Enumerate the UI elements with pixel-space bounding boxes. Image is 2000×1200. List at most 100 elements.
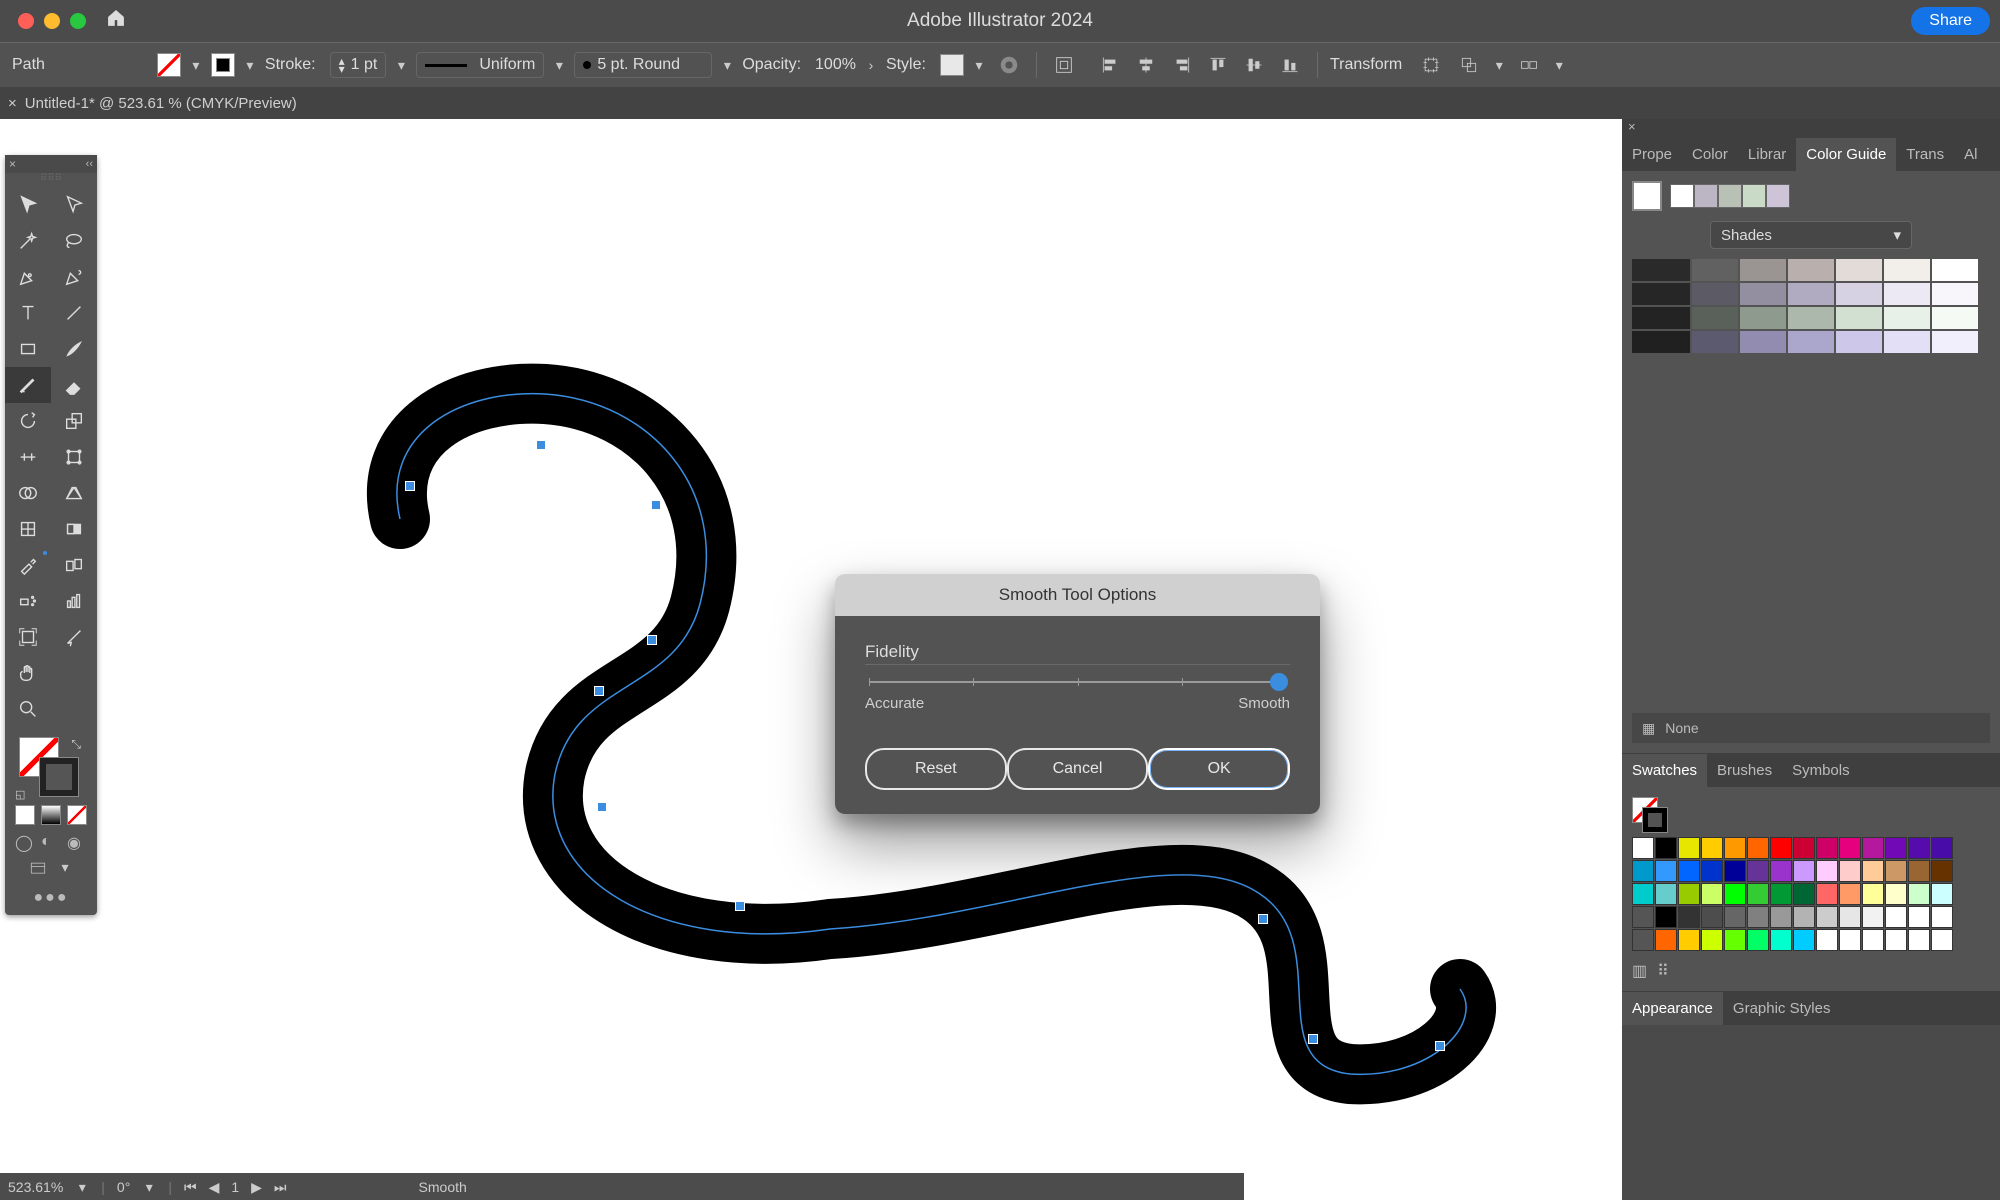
guide-swatch[interactable] — [1932, 283, 1978, 305]
swatch-options-icon[interactable]: ⠿ — [1657, 961, 1669, 981]
selection-tool[interactable] — [5, 187, 51, 223]
swatch[interactable] — [1701, 860, 1723, 882]
swatch[interactable] — [1816, 929, 1838, 951]
grid-icon[interactable]: ▦ — [1642, 720, 1655, 737]
swatch[interactable] — [1816, 860, 1838, 882]
direct-selection-tool[interactable] — [51, 187, 97, 223]
tools-grip-icon[interactable]: ⠿⠿⠿ — [5, 173, 97, 187]
swatch[interactable] — [1655, 906, 1677, 928]
swatch[interactable] — [1793, 837, 1815, 859]
artboard[interactable] — [0, 119, 1622, 1200]
align-vcenter-icon[interactable] — [1239, 50, 1269, 80]
swatch[interactable] — [1839, 860, 1861, 882]
guide-swatch[interactable] — [1836, 307, 1882, 329]
swatch[interactable] — [1793, 929, 1815, 951]
swatch[interactable] — [1885, 883, 1907, 905]
guide-swatch[interactable] — [1836, 259, 1882, 281]
align-hcenter-icon[interactable] — [1131, 50, 1161, 80]
guide-swatch[interactable] — [1692, 331, 1738, 353]
color-gradient-icon[interactable] — [41, 805, 61, 825]
screen-mode-select[interactable]: ▾ — [5, 851, 97, 879]
symbol-sprayer-tool[interactable] — [5, 583, 51, 619]
swatch[interactable] — [1885, 906, 1907, 928]
document-tab-label[interactable]: Untitled-1* @ 523.61 % (CMYK/Preview) — [25, 95, 297, 112]
ok-button[interactable]: OK — [1148, 748, 1290, 790]
swatch[interactable] — [1724, 929, 1746, 951]
shape-builder-tool[interactable] — [5, 475, 51, 511]
swatch[interactable] — [1885, 837, 1907, 859]
cancel-button[interactable]: Cancel — [1007, 748, 1149, 790]
rectangle-tool[interactable] — [5, 331, 51, 367]
swatch[interactable] — [1931, 883, 1953, 905]
swatch[interactable] — [1747, 860, 1769, 882]
anchor-point[interactable] — [536, 440, 546, 450]
isolate-icon[interactable] — [1416, 50, 1446, 80]
default-fill-stroke-icon[interactable]: ◱ — [15, 788, 25, 801]
swatch[interactable] — [1862, 860, 1884, 882]
magic-wand-tool[interactable] — [5, 223, 51, 259]
swatch[interactable] — [1678, 906, 1700, 928]
guide-swatch[interactable] — [1740, 307, 1786, 329]
harmony-swatch[interactable] — [1742, 184, 1766, 208]
guide-swatch[interactable] — [1692, 307, 1738, 329]
swatch[interactable] — [1678, 929, 1700, 951]
rotate-value[interactable]: 0° — [117, 1179, 130, 1195]
swatch[interactable] — [1862, 883, 1884, 905]
guide-swatch[interactable] — [1788, 259, 1834, 281]
anchor-point[interactable] — [1435, 1041, 1445, 1051]
swatch-libraries-icon[interactable]: ▥ — [1632, 961, 1647, 981]
align-top-icon[interactable] — [1203, 50, 1233, 80]
panel-tab[interactable]: Symbols — [1782, 754, 1860, 787]
swatch[interactable] — [1816, 906, 1838, 928]
swatch[interactable] — [1770, 860, 1792, 882]
tools-collapse-icon[interactable]: ‹‹ — [86, 158, 93, 170]
anchor-point[interactable] — [597, 802, 607, 812]
swatch[interactable] — [1632, 860, 1654, 882]
swatch[interactable] — [1770, 837, 1792, 859]
align-to-dropdown-icon[interactable] — [1049, 50, 1079, 80]
style-dropdown-icon[interactable]: ▾ — [972, 57, 986, 74]
swatch[interactable] — [1655, 883, 1677, 905]
panel-tab[interactable]: Color — [1682, 138, 1738, 171]
swatch[interactable] — [1931, 906, 1953, 928]
artboard-number[interactable]: 1 — [231, 1179, 239, 1195]
perspective-grid-tool[interactable] — [51, 475, 97, 511]
swatch[interactable] — [1885, 860, 1907, 882]
artboard-tool[interactable] — [5, 619, 51, 655]
rotate-tool[interactable] — [5, 403, 51, 439]
select-similar-dropdown-icon[interactable]: ▾ — [1552, 57, 1566, 74]
swatch[interactable] — [1908, 837, 1930, 859]
zoom-dropdown-icon[interactable]: ▾ — [75, 1179, 89, 1196]
artboard-nav-prev-icon[interactable]: ◀ — [209, 1179, 220, 1196]
guide-swatch[interactable] — [1740, 259, 1786, 281]
swatch[interactable] — [1908, 883, 1930, 905]
blend-tool[interactable] — [51, 547, 97, 583]
swatches-fillstroke[interactable] — [1632, 797, 1666, 831]
harmony-swatch[interactable] — [1718, 184, 1742, 208]
zoom-tool[interactable] — [5, 691, 51, 727]
guide-swatch[interactable] — [1788, 307, 1834, 329]
guide-swatch[interactable] — [1740, 283, 1786, 305]
smooth-tool[interactable] — [5, 367, 51, 403]
guide-swatch[interactable] — [1632, 307, 1690, 329]
swatch[interactable] — [1931, 929, 1953, 951]
harmony-strip[interactable] — [1670, 184, 1790, 208]
draw-normal-icon[interactable]: ◯ — [15, 833, 33, 851]
pen-tool[interactable] — [5, 259, 51, 295]
swatch[interactable] — [1678, 883, 1700, 905]
guide-swatch[interactable] — [1788, 283, 1834, 305]
panel-close-icon[interactable]: × — [1622, 119, 2000, 137]
swatch[interactable] — [1908, 929, 1930, 951]
graphic-style-swatch[interactable] — [940, 54, 964, 76]
swatch[interactable] — [1701, 929, 1723, 951]
opacity-dropdown-icon[interactable]: › — [864, 57, 878, 73]
anchor-point[interactable] — [647, 635, 657, 645]
swatch[interactable] — [1747, 837, 1769, 859]
swatch[interactable] — [1862, 837, 1884, 859]
swatch[interactable] — [1908, 906, 1930, 928]
fill-stroke-control[interactable]: ⤡ ◱ — [13, 735, 89, 799]
type-tool[interactable] — [5, 295, 51, 331]
panel-tab[interactable]: Graphic Styles — [1723, 992, 1841, 1025]
align-bottom-icon[interactable] — [1275, 50, 1305, 80]
harmony-swatch[interactable] — [1694, 184, 1718, 208]
